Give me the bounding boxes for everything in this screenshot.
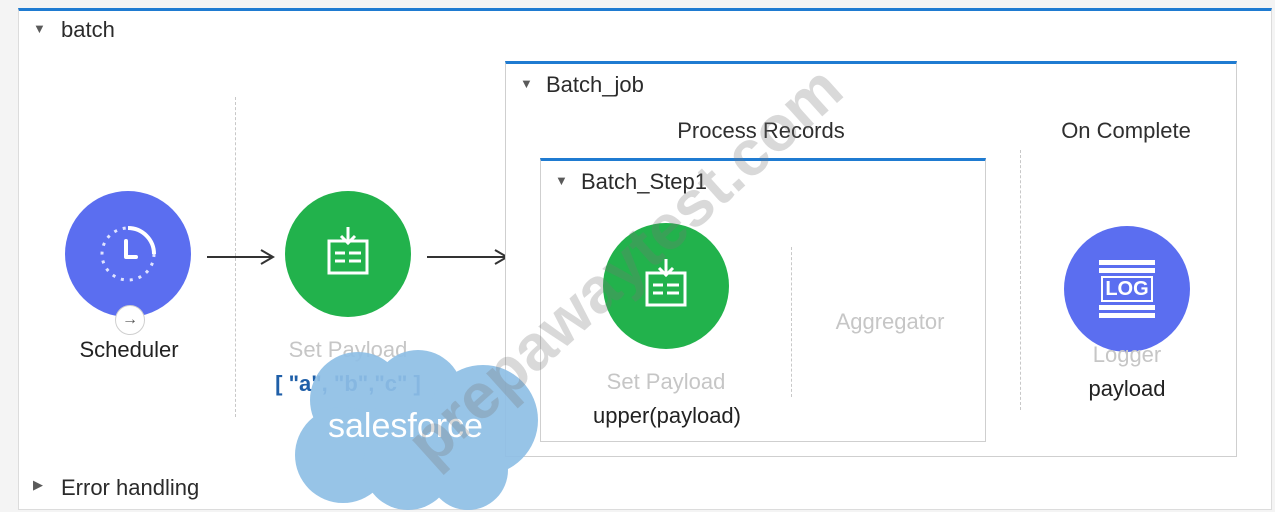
logger-label: Logger (1092, 342, 1162, 367)
collapse-triangle-icon[interactable]: ▼ (555, 173, 568, 188)
step-set-payload-value: upper(payload) (593, 403, 741, 428)
step-divider (791, 247, 792, 397)
clock-icon (100, 226, 156, 282)
scheduler-label: Scheduler (79, 337, 179, 362)
expand-triangle-icon[interactable]: ▶ (33, 477, 43, 493)
error-handling-label[interactable]: Error handling (61, 475, 199, 501)
phase-divider (1020, 150, 1021, 410)
batch-job-container[interactable]: ▼ Batch_job Process Records On Complete … (505, 61, 1237, 457)
on-complete-title: On Complete (1061, 118, 1191, 143)
log-icon: LOG (1095, 257, 1159, 321)
source-marker-icon: → (115, 305, 145, 335)
collapse-triangle-icon[interactable]: ▼ (33, 21, 46, 36)
set-payload-node[interactable] (285, 191, 411, 317)
step-set-payload-label: Set Payload (606, 369, 726, 394)
logger-value: payload (1088, 376, 1166, 401)
step-set-payload-node[interactable] (603, 223, 729, 349)
process-records-title: Process Records (677, 118, 845, 143)
set-payload-icon (645, 259, 687, 307)
batch-step-title: Batch_Step1 (581, 169, 707, 194)
arrow-connector (207, 249, 275, 265)
collapse-triangle-icon[interactable]: ▼ (520, 76, 533, 91)
aggregator-label[interactable]: Aggregator (805, 309, 975, 335)
salesforce-logo-text: salesforce (328, 407, 483, 445)
batch-job-title: Batch_job (546, 72, 644, 97)
arrow-connector (427, 249, 509, 265)
flow-canvas: ▼ batch → Scheduler Set Payload [ "a", "… (18, 8, 1272, 510)
salesforce-logo: salesforce (288, 345, 543, 510)
batch-step-container[interactable]: ▼ Batch_Step1 Set Payload upper(payload)… (540, 158, 986, 442)
set-payload-icon (327, 227, 369, 275)
scheduler-node[interactable] (65, 191, 191, 317)
logger-node[interactable]: LOG (1064, 226, 1190, 352)
flow-title: batch (61, 17, 115, 42)
